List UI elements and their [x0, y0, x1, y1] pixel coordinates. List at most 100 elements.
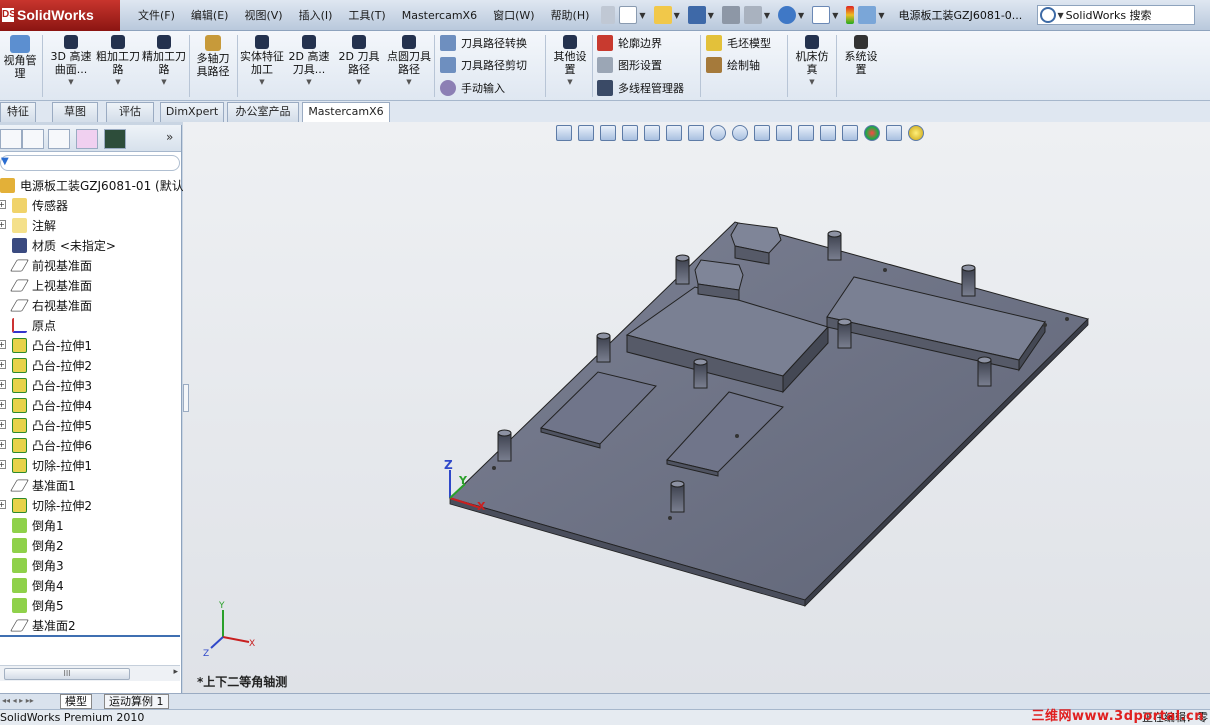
tab-office-products[interactable]: 办公室产品 — [227, 102, 299, 122]
undo-icon[interactable] — [778, 6, 797, 24]
file-properties-icon[interactable] — [858, 6, 877, 24]
tree-item[interactable]: + 切除-拉伸1 — [0, 455, 180, 475]
graphics-area[interactable]: Z Y X Y X Z *上下二等角轴测 — [183, 122, 1210, 693]
contour-boundary-button[interactable]: 轮廓边界 — [597, 35, 662, 51]
print-icon[interactable] — [721, 6, 740, 24]
save-icon[interactable] — [687, 6, 706, 24]
tree-item[interactable]: 倒角3 — [0, 555, 180, 575]
menu-edit[interactable]: 编辑(E) — [183, 0, 237, 31]
hsm-2d-button[interactable]: 2D 高速刀具... ▼ — [286, 33, 332, 89]
solid-feature-button[interactable]: 实体特征加工 ▼ — [240, 33, 284, 89]
tree-item[interactable]: + 注解 — [0, 215, 180, 235]
select-arrow-icon[interactable] — [812, 6, 831, 24]
expand-toggle-icon[interactable]: + — [0, 380, 6, 389]
feature-tree-tab-icon[interactable] — [0, 129, 22, 149]
toolpath-2d-button[interactable]: 2D 刀具路径 ▼ — [336, 33, 382, 89]
rollback-bar[interactable] — [0, 635, 180, 637]
print-dropdown-icon[interactable]: ▼ — [764, 11, 770, 20]
panel-splitter-handle[interactable] — [183, 384, 189, 412]
solid-feature-dropdown-icon[interactable]: ▼ — [240, 76, 284, 89]
path-trim-button[interactable]: 刀具路径剪切 — [440, 57, 527, 73]
finish-button[interactable]: 精加工刀路 ▼ — [142, 33, 186, 89]
rough-dropdown-icon[interactable]: ▼ — [96, 76, 140, 89]
select-dropdown-icon[interactable]: ▼ — [832, 11, 838, 20]
search-dropdown-icon[interactable]: ▼ — [1058, 11, 1064, 20]
tree-item[interactable]: 倒角4 — [0, 575, 180, 595]
multiaxis-button[interactable]: 多轴刀具路径 — [192, 33, 234, 78]
tree-item[interactable]: 上视基准面 — [0, 275, 180, 295]
print-preview-icon[interactable] — [743, 6, 762, 24]
other-settings-dropdown-icon[interactable]: ▼ — [549, 76, 591, 89]
part-model-graphic[interactable]: Z Y X Y X Z — [183, 122, 1210, 693]
undo-dropdown-icon[interactable]: ▼ — [798, 11, 804, 20]
machine-sim-dropdown-icon[interactable]: ▼ — [791, 76, 833, 89]
tree-horizontal-scrollbar[interactable]: III ▸ — [0, 665, 180, 681]
expand-toggle-icon[interactable]: + — [0, 220, 6, 229]
tab-dimxpert[interactable]: DimXpert — [160, 102, 224, 122]
expand-panel-icon[interactable]: » — [166, 130, 173, 144]
pin-icon[interactable] — [601, 6, 616, 24]
expand-toggle-icon[interactable]: + — [0, 440, 6, 449]
search-box[interactable]: ▼ SolidWorks 搜索 — [1036, 5, 1195, 25]
menu-view[interactable]: 视图(V) — [236, 0, 290, 31]
rebuild-traffic-light-icon[interactable] — [846, 6, 855, 24]
stock-model-button[interactable]: 毛坯模型 — [706, 35, 771, 51]
tree-item[interactable]: + 凸台-拉伸5 — [0, 415, 180, 435]
tree-item[interactable]: 基准面2 — [0, 615, 180, 635]
path-transform-button[interactable]: 刀具路径转换 — [440, 35, 527, 51]
tree-filter-input[interactable]: ▼ — [0, 155, 180, 171]
menu-tools[interactable]: 工具(T) — [340, 0, 393, 31]
tree-root-part[interactable]: 电源板工装GZJ6081-01 (默认< — [0, 175, 194, 195]
hsm-2d-dropdown-icon[interactable]: ▼ — [286, 76, 332, 89]
tab-sketch[interactable]: 草图 — [52, 102, 98, 122]
tree-item[interactable]: 基准面1 — [0, 475, 180, 495]
tree-item[interactable]: + 凸台-拉伸1 — [0, 335, 180, 355]
tree-item[interactable]: 原点 — [0, 315, 180, 335]
machine-sim-button[interactable]: 机床仿真 ▼ — [791, 33, 833, 89]
properties-dropdown-icon[interactable]: ▼ — [878, 11, 884, 20]
new-dropdown-icon[interactable]: ▼ — [639, 11, 645, 20]
rough-button[interactable]: 粗加工刀路 ▼ — [96, 33, 140, 89]
scrollbar-thumb[interactable]: III — [4, 668, 130, 680]
drill-button[interactable]: 点圆刀具路径 ▼ — [386, 33, 432, 89]
view-manage-button[interactable]: 视角管理 — [0, 33, 40, 80]
open-dropdown-icon[interactable]: ▼ — [674, 11, 680, 20]
tree-item[interactable]: 前视基准面 — [0, 255, 180, 275]
hsm-3d-button[interactable]: 3D 高速曲面... ▼ — [48, 33, 94, 89]
display-manager-tab-icon[interactable] — [104, 129, 126, 149]
solidworks-logo[interactable]: DS SolidWorks — [0, 0, 120, 31]
tree-item[interactable]: 材质 <未指定> — [0, 235, 180, 255]
tree-item[interactable]: + 切除-拉伸2 — [0, 495, 180, 515]
boss-small-mid[interactable] — [694, 259, 744, 301]
tree-item[interactable]: 倒角5 — [0, 595, 180, 615]
expand-toggle-icon[interactable]: + — [0, 420, 6, 429]
toolpath-2d-dropdown-icon[interactable]: ▼ — [336, 76, 382, 89]
tab-mastercam[interactable]: MastercamX6 — [302, 102, 390, 123]
expand-toggle-icon[interactable]: + — [0, 460, 6, 469]
tree-item[interactable]: + 传感器 — [0, 195, 180, 215]
menu-mastercam[interactable]: MastercamX6 — [394, 0, 485, 31]
property-manager-tab-icon[interactable] — [22, 129, 44, 149]
menu-insert[interactable]: 插入(I) — [291, 0, 341, 31]
tree-item[interactable]: 倒角2 — [0, 535, 180, 555]
expand-toggle-icon[interactable]: + — [0, 360, 6, 369]
tree-item[interactable]: 倒角1 — [0, 515, 180, 535]
system-settings-button[interactable]: 系统设置 — [840, 33, 882, 76]
tree-item[interactable]: + 凸台-拉伸3 — [0, 375, 180, 395]
tree-item[interactable]: + 凸台-拉伸2 — [0, 355, 180, 375]
configuration-tab-icon[interactable] — [48, 129, 70, 149]
tab-evaluate[interactable]: 评估 — [106, 102, 154, 122]
drill-dropdown-icon[interactable]: ▼ — [386, 76, 432, 89]
expand-toggle-icon[interactable]: + — [0, 200, 6, 209]
tab-scroll-arrows-icon[interactable]: ◂◂ ◂ ▸ ▸▸ — [2, 696, 34, 705]
manual-entry-button[interactable]: 手动输入 — [440, 80, 505, 96]
scroll-right-icon[interactable]: ▸ — [173, 667, 178, 677]
expand-toggle-icon[interactable]: + — [0, 500, 6, 509]
tab-features[interactable]: 特征 — [0, 102, 36, 122]
finish-dropdown-icon[interactable]: ▼ — [142, 76, 186, 89]
menu-file[interactable]: 文件(F) — [130, 0, 183, 31]
draw-axis-button[interactable]: 绘制轴 — [706, 57, 760, 73]
tree-item[interactable]: + 凸台-拉伸4 — [0, 395, 180, 415]
save-dropdown-icon[interactable]: ▼ — [708, 11, 714, 20]
tab-model[interactable]: 模型 — [60, 694, 92, 709]
